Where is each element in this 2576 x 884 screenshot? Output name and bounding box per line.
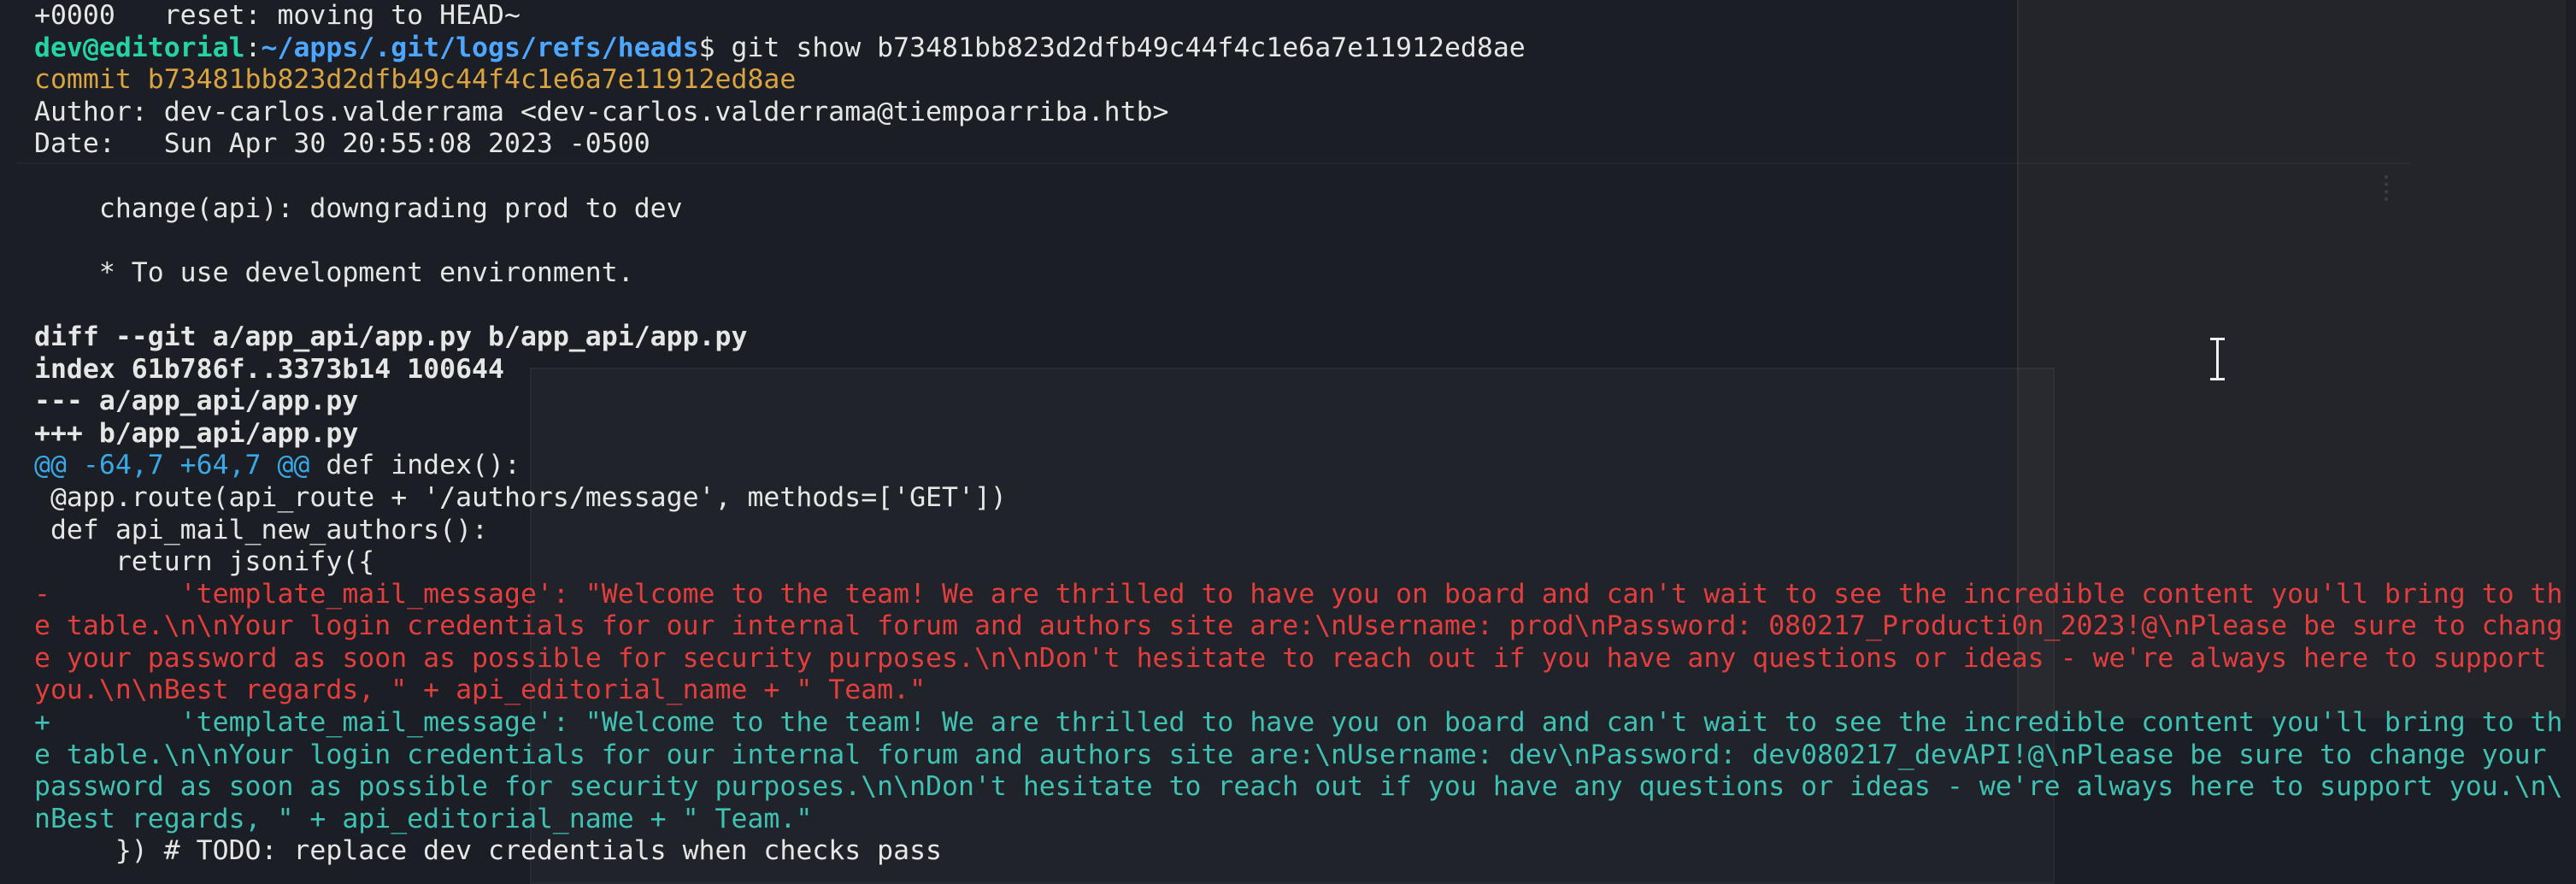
shell-prompt-line: dev@editorial:~/apps/.git/logs/refs/head…	[34, 32, 2564, 65]
diff-new-file-line: +++ b/app_api/app.py	[34, 417, 359, 449]
diff-context-line: }) # TODO: replace dev credentials when …	[34, 835, 943, 867]
hunk-marker: @@ -64,7 +64,7 @@	[34, 450, 310, 481]
prompt-command: git show b73481bb823d2dfb49c44f4c1e6a7e1…	[715, 32, 1526, 63]
diff-header-line: diff --git a/app_api/app.py b/app_api/ap…	[34, 321, 748, 352]
terminal-output[interactable]: +0000 reset: moving to HEAD~ dev@editori…	[0, 0, 2564, 868]
diff-removed-line: e your password as soon as possible for …	[34, 642, 2547, 674]
hunk-context: def index():	[309, 450, 520, 481]
prompt-symbol: $	[698, 32, 715, 63]
commit-message-title: change(api): downgrading prod to dev	[34, 192, 683, 224]
diff-removed-line: you.\n\nBest regards, " + api_editorial_…	[34, 675, 926, 706]
diff-index-line: index 61b786f..3373b14 100644	[34, 353, 504, 385]
prompt-user-host: dev@editorial	[34, 32, 245, 63]
diff-context-line: return jsonify({	[34, 546, 375, 578]
text-cursor-ibeam-icon	[2210, 338, 2225, 380]
diff-removed-line: e table.\n\nYour login credentials for o…	[34, 610, 2563, 642]
prompt-separator: :	[244, 32, 262, 63]
diff-context-line: @app.route(api_route + '/authors/message…	[34, 481, 1007, 513]
diff-hunk-line: @@ -64,7 +64,7 @@ def index():	[34, 450, 2564, 482]
prompt-path: ~/apps/.git/logs/refs/heads	[261, 32, 699, 63]
commit-hash-line: commit b73481bb823d2dfb49c44f4c1e6a7e119…	[34, 64, 797, 96]
diff-added-line: e table.\n\nYour login credentials for o…	[34, 739, 2547, 770]
diff-added-line: password as soon as possible for securit…	[34, 771, 2563, 803]
terminal-line: +0000 reset: moving to HEAD~	[34, 0, 520, 31]
diff-context-line: def api_mail_new_authors():	[34, 514, 489, 545]
diff-added-line: + 'template_mail_message': "Welcome to t…	[34, 707, 2563, 739]
diff-removed-line: - 'template_mail_message': "Welcome to t…	[34, 578, 2563, 610]
diff-old-file-line: --- a/app_api/app.py	[34, 386, 359, 417]
terminal-window[interactable]: +0000 reset: moving to HEAD~ dev@editori…	[0, 0, 2576, 884]
commit-date-line: Date: Sun Apr 30 20:55:08 2023 -0500	[34, 128, 650, 160]
commit-author-line: Author: dev-carlos.valderrama <dev-carlo…	[34, 96, 1169, 127]
diff-added-line: nBest regards, " + api_editorial_name + …	[34, 803, 813, 834]
commit-message-body: * To use development environment.	[34, 256, 634, 288]
